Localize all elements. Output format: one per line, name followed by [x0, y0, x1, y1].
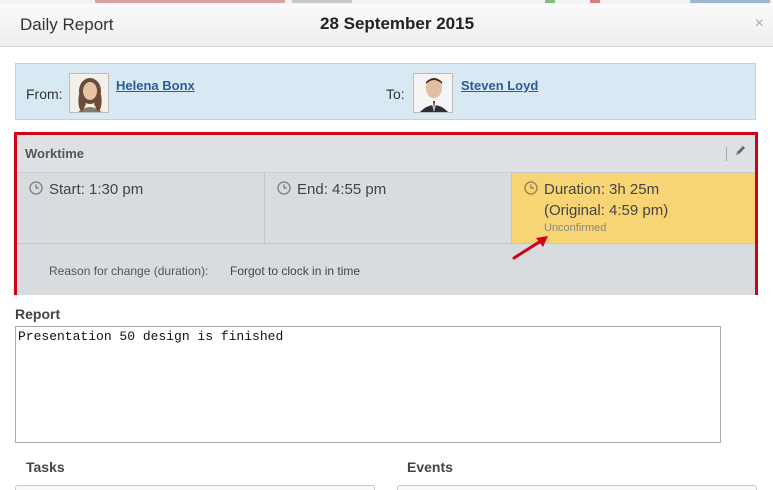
- report-date: 28 September 2015: [320, 14, 475, 33]
- report-label: Report: [15, 306, 61, 322]
- header-divider: [726, 147, 727, 161]
- close-icon[interactable]: ×: [755, 15, 764, 33]
- events-label: Events: [407, 459, 453, 475]
- to-label: To:: [386, 86, 405, 102]
- background-strip-segment: [95, 0, 285, 3]
- duration-value: Duration: 3h 25m: [544, 181, 660, 198]
- male-avatar-icon: [414, 74, 452, 112]
- clock-icon: [29, 181, 43, 195]
- report-text: Presentation 50 design is finished: [18, 329, 284, 344]
- end-time: End: 4:55 pm: [297, 181, 387, 198]
- clock-icon: [277, 181, 291, 195]
- duration-info: Duration: 3h 25m (Original: 4:59 pm) Unc…: [544, 179, 668, 235]
- tasks-label: Tasks: [26, 459, 65, 475]
- worktime-panel: Worktime Start: 1:30 pm End: 4:55 pm Dur…: [14, 132, 758, 295]
- reason-label: Reason for change (duration):: [49, 264, 209, 278]
- reason-value: Forgot to clock in in time: [230, 264, 361, 278]
- background-strip-segment: [292, 0, 352, 3]
- clock-icon: [524, 181, 538, 195]
- reason-row: Reason for change (duration): Forgot to …: [17, 243, 755, 295]
- report-textarea[interactable]: Presentation 50 design is finished: [15, 326, 721, 443]
- status-badge: Unconfirmed: [544, 222, 607, 234]
- worktime-title: Worktime: [25, 146, 84, 161]
- tasks-panel: [15, 485, 375, 490]
- annotation-arrow-icon: [512, 236, 548, 260]
- events-panel: [397, 485, 757, 490]
- original-time: (Original: 4:59 pm): [544, 202, 669, 219]
- from-label: From:: [26, 86, 63, 102]
- avatar: [413, 73, 453, 113]
- start-time-cell: Start: 1:30 pm: [17, 173, 265, 243]
- to-user-link[interactable]: Steven Loyd: [461, 78, 538, 93]
- female-avatar-icon: [70, 74, 108, 112]
- dialog-header: Daily Report 28 September 2015 ×: [0, 4, 773, 47]
- dialog-title: Daily Report: [20, 15, 114, 34]
- from-user-link[interactable]: Helena Bonx: [116, 78, 195, 93]
- worktime-header: Worktime: [17, 135, 755, 173]
- avatar: [69, 73, 109, 113]
- people-panel: From: Helena Bonx To: Steven Loyd: [15, 63, 756, 120]
- pencil-icon[interactable]: [734, 144, 747, 160]
- start-time: Start: 1:30 pm: [49, 181, 144, 198]
- end-time-cell: End: 4:55 pm: [265, 173, 512, 243]
- background-strip-segment: [590, 0, 600, 3]
- background-strip-segment: [690, 0, 770, 3]
- background-strip-segment: [545, 0, 555, 3]
